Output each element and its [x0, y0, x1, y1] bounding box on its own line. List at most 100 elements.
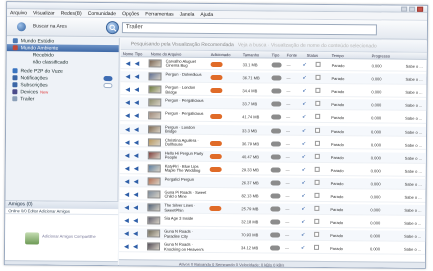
link-icon[interactable]: ↙ — [301, 232, 305, 238]
link-icon[interactable]: ↙ — [302, 140, 306, 146]
maximize-button[interactable] — [409, 6, 416, 12]
video-thumbnail[interactable] — [147, 190, 161, 199]
link-icon[interactable]: ↙ — [302, 88, 306, 94]
table-row[interactable]: ◀ ◀ Hello Hi Pergun Party People 40.47 MB — ↙… — [119, 149, 428, 164]
table-row[interactable]: ◀ ◀ Guna N Roads · Paradise City 70.93 MB — ↙… — [119, 228, 428, 243]
row-checkbox[interactable] — [315, 74, 321, 81]
menu-item[interactable]: Janela — [180, 11, 195, 17]
link-icon[interactable]: ↙ — [303, 62, 307, 68]
close-button[interactable] — [417, 6, 424, 12]
column-header[interactable]: Tipo — [272, 52, 280, 57]
video-thumbnail[interactable] — [147, 203, 161, 212]
link-icon[interactable]: ↙ — [301, 219, 305, 225]
row-checkbox[interactable] — [314, 153, 320, 159]
video-thumbnail[interactable] — [148, 124, 162, 134]
play-icon[interactable]: ◀ — [125, 165, 130, 172]
row-checkbox[interactable] — [315, 114, 321, 120]
table-row[interactable]: ◀ ◀ Pergun · London Bridge 34.4 MB — ↙ Parado 0… — [120, 84, 429, 98]
video-thumbnail[interactable] — [147, 151, 161, 160]
video-thumbnail[interactable] — [148, 98, 162, 107]
row-checkbox[interactable] — [314, 179, 320, 185]
row-checkbox[interactable] — [314, 205, 320, 211]
play-icon[interactable]: ◀ — [124, 217, 129, 224]
column-header[interactable]: Progresso — [372, 53, 390, 58]
row-checkbox[interactable] — [314, 166, 320, 172]
table-row[interactable]: ◀ ◀ The Silver Lines · SweetPhin 25.79 MB — ↙… — [119, 202, 428, 216]
link-icon[interactable]: ↙ — [302, 127, 306, 133]
download-arrow-icon[interactable]: ◀ — [134, 126, 139, 133]
play-icon[interactable]: ◀ — [125, 126, 130, 133]
download-arrow-icon[interactable]: ◀ — [133, 231, 138, 238]
row-checkbox[interactable] — [314, 219, 320, 225]
play-icon[interactable]: ◀ — [124, 244, 129, 251]
play-icon[interactable]: ◀ — [125, 139, 130, 146]
download-arrow-icon[interactable]: ◀ — [133, 217, 138, 224]
column-header[interactable]: Adicionado — [211, 52, 231, 57]
download-arrow-icon[interactable]: ◀ — [133, 204, 138, 211]
video-thumbnail[interactable] — [147, 138, 161, 147]
download-arrow-icon[interactable]: ◀ — [133, 191, 138, 198]
video-thumbnail[interactable] — [147, 216, 161, 225]
row-checkbox[interactable] — [313, 245, 320, 251]
column-header[interactable]: Fonte — [287, 53, 297, 58]
row-checkbox[interactable] — [315, 88, 321, 94]
menu-item[interactable]: Redes(B) — [61, 10, 82, 16]
row-checkbox[interactable] — [315, 101, 321, 107]
video-thumbnail[interactable] — [146, 242, 161, 251]
menu-item[interactable]: Ferramentas — [145, 11, 173, 17]
video-thumbnail[interactable] — [148, 72, 162, 81]
download-arrow-icon[interactable]: ◀ — [134, 139, 139, 146]
user-avatar-icon[interactable] — [16, 22, 26, 32]
search-button[interactable] — [105, 21, 119, 35]
row-checkbox[interactable] — [314, 140, 320, 146]
menu-item[interactable]: Visualizar — [33, 10, 55, 16]
download-arrow-icon[interactable]: ◀ — [134, 178, 139, 185]
table-row[interactable]: ◀ ◀ Guna Pi Roads · Sweet Child o Mine 82.1… — [119, 189, 428, 203]
table-row[interactable]: ◀ ◀ Pergun · Pergalicious 33.7 MB — ↙ Parado 0.… — [120, 97, 429, 112]
menu-item[interactable]: Ajuda — [200, 11, 213, 17]
play-icon[interactable]: ◀ — [125, 178, 130, 185]
play-icon[interactable]: ◀ — [126, 60, 131, 67]
row-checkbox[interactable] — [315, 127, 321, 133]
download-arrow-icon[interactable]: ◀ — [134, 100, 139, 107]
menu-item[interactable]: Comunidade — [88, 10, 116, 16]
column-header[interactable]: Nome do Arquivo — [151, 51, 182, 56]
row-checkbox[interactable] — [314, 232, 320, 238]
play-icon[interactable]: ◀ — [124, 204, 129, 211]
minimize-button[interactable] — [401, 6, 408, 12]
table-row[interactable]: ◀ ◀ Pergun · Dolvedicus 36.71 MB — ↙ Parado 0.0… — [120, 71, 429, 85]
play-icon[interactable]: ◀ — [125, 113, 130, 120]
table-row[interactable]: ◀ ◀ Guna N Roads · Knocking on Heaven's Do… — [118, 241, 428, 256]
search-input[interactable]: Trailer — [121, 22, 377, 36]
link-icon[interactable]: ↙ — [301, 193, 305, 199]
video-thumbnail[interactable] — [148, 59, 162, 68]
play-icon[interactable]: ◀ — [125, 100, 130, 107]
link-icon[interactable]: ↙ — [302, 180, 306, 186]
link-icon[interactable]: ↙ — [302, 114, 306, 120]
table-row[interactable]: ◀ ◀ Pergun · Pergalicious 41.74 MB — ↙ Parado 0… — [120, 110, 429, 125]
download-arrow-icon[interactable]: ◀ — [134, 86, 139, 93]
video-thumbnail[interactable] — [148, 111, 162, 120]
sidebar-item[interactable]: não classificado — [7, 58, 119, 66]
column-header[interactable]: Tempo — [332, 53, 344, 58]
link-icon[interactable]: ↙ — [301, 245, 305, 251]
video-thumbnail[interactable] — [148, 85, 162, 94]
download-arrow-icon[interactable]: ◀ — [134, 73, 139, 80]
add-friends-text[interactable]: Adicionar Amigos Compartilhe — [42, 233, 96, 238]
play-icon[interactable]: ◀ — [124, 191, 129, 198]
play-icon[interactable]: ◀ — [124, 230, 129, 237]
download-arrow-icon[interactable]: ◀ — [134, 165, 139, 172]
menu-item[interactable]: Arquivo — [10, 10, 27, 16]
friends-tabs[interactable]: Online 0/0 Editar Adicionar Amigos — [5, 208, 119, 216]
table-row[interactable]: ◀ ◀ Carvalho Aluguel Cinema Bug 33.1 MB — ↙ Pa… — [120, 58, 429, 72]
play-icon[interactable]: ◀ — [125, 73, 130, 80]
column-header[interactable]: Tamanho — [243, 52, 260, 57]
table-row[interactable]: ◀ ◀ Pergun · London Bridge 33.3 MB — ↙ Parado 0… — [120, 123, 429, 138]
link-icon[interactable]: ↙ — [302, 75, 306, 81]
link-icon[interactable]: ↙ — [301, 206, 305, 212]
download-arrow-icon[interactable]: ◀ — [133, 244, 138, 251]
download-arrow-icon[interactable]: ◀ — [135, 60, 140, 67]
link-icon[interactable]: ↙ — [302, 101, 306, 107]
table-row[interactable]: ◀ ◀ KatyPiri · Blue Lips Maple The Wedding… — [119, 162, 428, 177]
row-checkbox[interactable] — [314, 192, 320, 198]
